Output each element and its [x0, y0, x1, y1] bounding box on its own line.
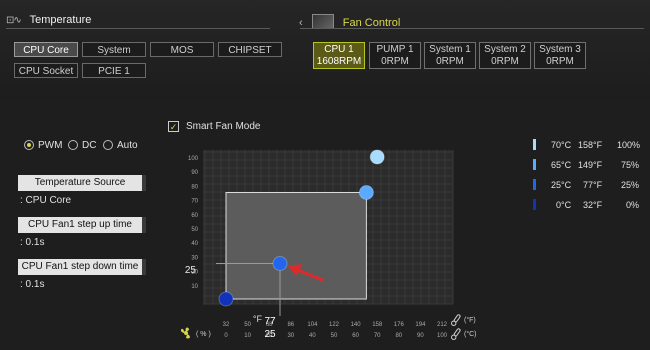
x-tick-c-label: 60: [352, 333, 359, 339]
x-tick-c-label: 50: [331, 333, 338, 339]
thermometer-icon: [451, 314, 461, 326]
y-tick-label: 90: [191, 170, 198, 176]
x-tick-f-label: 140: [351, 322, 362, 328]
x-tick-f-label: 104: [307, 322, 318, 328]
y-tick-label: 100: [188, 156, 199, 162]
x-tick-c-label: 80: [395, 333, 402, 339]
curve-point-handle[interactable]: [369, 149, 385, 165]
c-unit-label: (°C): [464, 330, 477, 338]
x-axis-ticks: 3205010682086301044012250140601587017680…: [223, 322, 448, 339]
fan-curve-graph[interactable]: 100908070605040302010 320501068208630104…: [0, 0, 650, 350]
x-tick-f-label: 122: [329, 322, 340, 328]
highlight-pct-label: 25: [185, 265, 197, 276]
x-tick-f-label: 158: [372, 322, 383, 328]
highlight-temp-f: 77: [264, 316, 276, 327]
curve-point-handle[interactable]: [218, 291, 234, 307]
curve-point-handle[interactable]: [272, 256, 288, 271]
x-tick-c-label: 40: [309, 333, 316, 339]
x-tick-f-label: 176: [394, 322, 405, 328]
x-tick-c-label: 10: [244, 333, 251, 339]
f-unit-label: (°F): [464, 316, 476, 324]
x-tick-f-label: 86: [287, 322, 294, 328]
y-tick-label: 50: [191, 227, 198, 233]
x-tick-f-label: 194: [415, 322, 426, 328]
x-tick-f-label: 32: [223, 322, 230, 328]
x-tick-c-label: 90: [417, 333, 424, 339]
curve-point-handle[interactable]: [358, 185, 374, 200]
highlight-temp-c: 25: [264, 329, 276, 340]
highlight-f-unit: °F: [253, 314, 263, 324]
y-tick-label: 40: [191, 241, 198, 247]
x-tick-c-label: 100: [437, 333, 448, 339]
y-tick-label: 60: [191, 213, 198, 219]
fan-icon: [180, 327, 190, 339]
x-tick-c-label: 70: [374, 333, 381, 339]
x-tick-c-label: 0: [224, 333, 228, 339]
x-tick-f-label: 212: [437, 322, 448, 328]
x-tick-f-label: 50: [244, 322, 251, 328]
y-tick-label: 70: [191, 199, 198, 205]
thermometer-icon: [451, 328, 461, 340]
y-tick-label: 10: [191, 284, 198, 290]
x-tick-c-label: 30: [287, 333, 294, 339]
pct-unit-label: ( % ): [196, 331, 211, 338]
y-tick-label: 80: [191, 184, 198, 190]
y-tick-label: 30: [191, 255, 198, 261]
curve-region: [225, 192, 367, 300]
